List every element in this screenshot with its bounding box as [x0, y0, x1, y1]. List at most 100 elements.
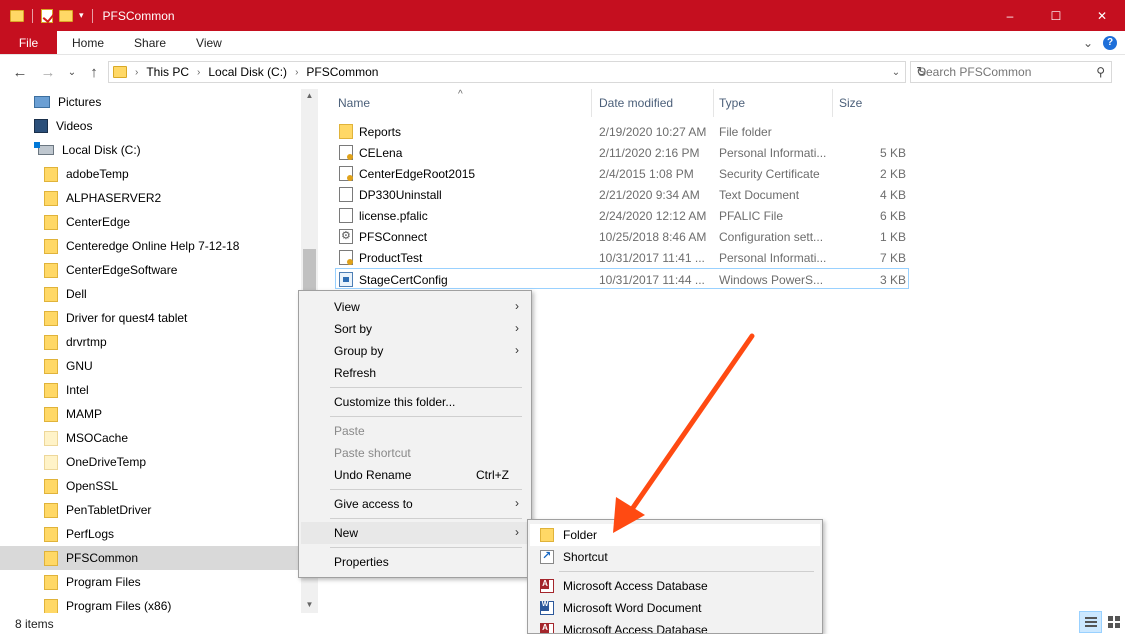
menu-item-paste-shortcut[interactable]: Paste shortcut: [301, 442, 529, 464]
title-bar: ▾ PFSCommon – ☐ ✕: [0, 0, 1125, 31]
up-button[interactable]: ↑: [82, 60, 106, 84]
tab-share[interactable]: Share: [119, 31, 181, 54]
column-header-date[interactable]: Date modified: [599, 89, 711, 117]
expand-ribbon-icon[interactable]: ⌄: [1083, 36, 1093, 50]
menu-item-group-by[interactable]: Group by ›: [301, 340, 529, 362]
divider: [91, 8, 93, 23]
scroll-down-icon[interactable]: ▼: [301, 600, 318, 609]
nav-item-local-disk[interactable]: Local Disk (C:): [0, 138, 300, 162]
nav-item-alphaserver2[interactable]: ALPHASERVER2: [0, 186, 300, 210]
menu-item-new[interactable]: New ›: [301, 522, 529, 544]
submenu-item-access-database-2[interactable]: Microsoft Access Database: [530, 619, 820, 633]
tab-view[interactable]: View: [181, 31, 237, 54]
properties-icon[interactable]: [41, 8, 53, 23]
nav-item-intel[interactable]: Intel: [0, 378, 300, 402]
nav-item-mamp[interactable]: MAMP: [0, 402, 300, 426]
search-box[interactable]: ⚲: [910, 61, 1112, 83]
nav-item-gnu[interactable]: GNU: [0, 354, 300, 378]
item-count: 8 items: [15, 616, 54, 631]
file-row-selected[interactable]: StageCertConfig 10/31/2017 11:44 ... Win…: [335, 268, 909, 289]
text-document-icon: [339, 187, 353, 202]
menu-item-undo-rename[interactable]: Undo Rename Ctrl+Z: [301, 464, 529, 486]
nav-item-openssl[interactable]: OpenSSL: [0, 474, 300, 498]
menu-item-customize-folder[interactable]: Customize this folder...: [301, 391, 529, 413]
chevron-right-icon[interactable]: ›: [135, 67, 138, 78]
folder-icon: [339, 124, 353, 139]
details-view-button[interactable]: [1079, 611, 1102, 633]
folder-icon: [44, 598, 58, 613]
breadcrumb-local-disk[interactable]: Local Disk (C:): [208, 65, 287, 79]
file-row[interactable]: PFSConnect 10/25/2018 8:46 AM Configurat…: [335, 226, 909, 247]
column-header-size[interactable]: Size: [839, 89, 899, 117]
file-row[interactable]: ProductTest 10/31/2017 11:41 ... Persona…: [335, 247, 909, 268]
column-divider[interactable]: [713, 89, 714, 117]
forward-button[interactable]: →: [36, 60, 60, 84]
chevron-right-icon[interactable]: ›: [295, 67, 298, 78]
search-input[interactable]: [918, 65, 1093, 79]
address-bar[interactable]: › This PC › Local Disk (C:) › PFSCommon …: [108, 61, 927, 83]
nav-item-onedrivetemp[interactable]: OneDriveTemp: [0, 450, 300, 474]
powershell-script-icon: [339, 272, 353, 287]
menu-divider: [559, 571, 814, 572]
minimize-button[interactable]: –: [987, 0, 1033, 31]
folder-icon: [44, 526, 58, 542]
column-header-name[interactable]: Name: [338, 89, 593, 117]
nav-item-pentabletdriver[interactable]: PenTabletDriver: [0, 498, 300, 522]
new-folder-icon[interactable]: [59, 9, 73, 22]
folder-icon: [44, 214, 58, 230]
menu-item-properties[interactable]: Properties: [301, 551, 529, 573]
menu-item-give-access[interactable]: Give access to ›: [301, 493, 529, 515]
nav-item-dell[interactable]: Dell: [0, 282, 300, 306]
chevron-right-icon[interactable]: ›: [197, 67, 200, 78]
nav-item-pictures[interactable]: Pictures: [0, 90, 300, 114]
nav-item-centeredge-online-help[interactable]: Centeredge Online Help 7-12-18: [0, 234, 300, 258]
nav-item-program-files[interactable]: Program Files: [0, 570, 300, 594]
menu-item-paste[interactable]: Paste: [301, 420, 529, 442]
file-row[interactable]: DP330Uninstall 2/21/2020 9:34 AM Text Do…: [335, 184, 909, 205]
menu-item-refresh[interactable]: Refresh: [301, 362, 529, 384]
nav-item-centeredge[interactable]: CenterEdge: [0, 210, 300, 234]
personal-information-icon: [339, 250, 353, 265]
tab-file[interactable]: File: [0, 31, 57, 54]
column-divider[interactable]: [832, 89, 833, 117]
breadcrumb-pfscommon[interactable]: PFSCommon: [306, 65, 378, 79]
column-header-type[interactable]: Type: [719, 89, 829, 117]
certificate-icon: [339, 166, 353, 181]
search-icon: ⚲: [1096, 65, 1105, 79]
chevron-down-icon[interactable]: ▾: [79, 10, 84, 21]
nav-item-adobetemp[interactable]: adobeTemp: [0, 162, 300, 186]
file-row[interactable]: CenterEdgeRoot2015 2/4/2015 1:08 PM Secu…: [335, 163, 909, 184]
submenu-item-shortcut[interactable]: Shortcut: [530, 546, 820, 568]
menu-item-sort-by[interactable]: Sort by ›: [301, 318, 529, 340]
file-row[interactable]: Reports 2/19/2020 10:27 AM File folder: [335, 121, 909, 142]
chevron-right-icon: ›: [515, 525, 519, 539]
file-row[interactable]: license.pfalic 2/24/2020 12:12 AM PFALIC…: [335, 205, 909, 226]
column-divider[interactable]: [591, 89, 592, 117]
scroll-up-icon[interactable]: ▲: [301, 91, 318, 100]
large-icons-view-button[interactable]: [1102, 611, 1125, 633]
nav-item-perflogs[interactable]: PerfLogs: [0, 522, 300, 546]
help-icon[interactable]: ?: [1103, 35, 1117, 50]
submenu-item-word-document[interactable]: Microsoft Word Document: [530, 597, 820, 619]
nav-item-pfscommon[interactable]: PFSCommon: [0, 546, 300, 570]
breadcrumb-this-pc[interactable]: This PC: [146, 65, 189, 79]
large-icons-view-icon: [1107, 616, 1120, 628]
nav-item-driver-quest4[interactable]: Driver for quest4 tablet: [0, 306, 300, 330]
tab-home[interactable]: Home: [57, 31, 119, 54]
menu-item-view[interactable]: View ›: [301, 296, 529, 318]
file-row[interactable]: CELena 2/11/2020 2:16 PM Personal Inform…: [335, 142, 909, 163]
nav-item-program-files-x86[interactable]: Program Files (x86): [0, 594, 300, 613]
address-dropdown-icon[interactable]: ⌄: [887, 67, 905, 78]
nav-item-drvrtmp[interactable]: drvrtmp: [0, 330, 300, 354]
submenu-item-access-database[interactable]: Microsoft Access Database: [530, 575, 820, 597]
nav-item-videos[interactable]: Videos: [0, 114, 300, 138]
close-button[interactable]: ✕: [1079, 0, 1125, 31]
folder-icon: [44, 502, 58, 518]
word-document-icon: [540, 601, 554, 615]
nav-item-msocache[interactable]: MSOCache: [0, 426, 300, 450]
submenu-item-folder[interactable]: Folder: [530, 524, 820, 546]
nav-item-centeredgesoftware[interactable]: CenterEdgeSoftware: [0, 258, 300, 282]
recent-locations-button[interactable]: ⌄: [60, 60, 84, 84]
back-button[interactable]: ←: [8, 60, 32, 84]
maximize-button[interactable]: ☐: [1033, 0, 1079, 31]
